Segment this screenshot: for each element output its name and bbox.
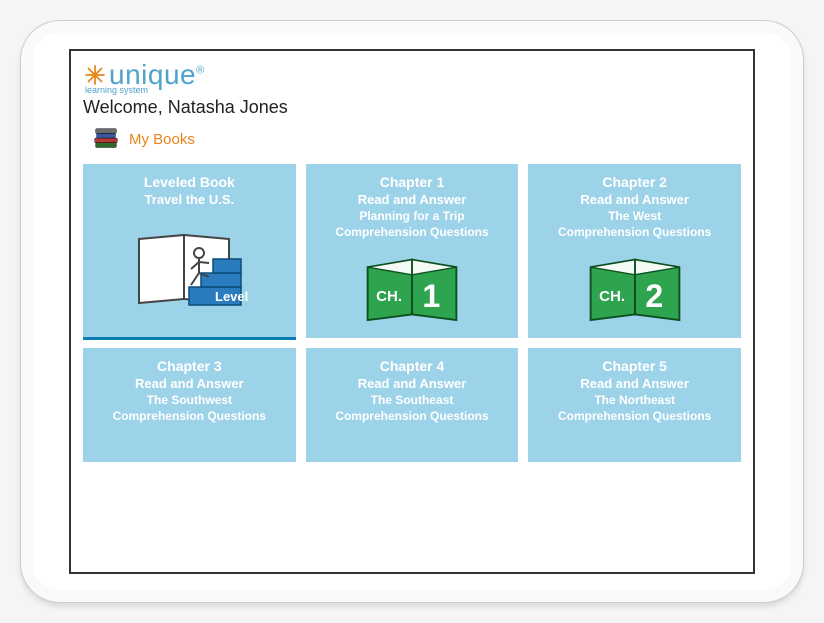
tile-chapter-3[interactable]: Chapter 3 Read and Answer The Southwest … [83,348,296,462]
level-label: Level [215,289,248,304]
tile-subtitle: Read and Answer [580,376,689,391]
tile-title: Leveled Book [144,174,235,190]
tile-leveled-book[interactable]: Leveled Book Travel the U.S. [83,164,296,338]
tile-caption: Comprehension Questions [558,409,711,423]
brand-logo: unique® [83,59,205,91]
tile-topic: The West [608,209,661,223]
brand-name: unique® [109,59,205,91]
section-title: My Books [129,131,195,148]
app-screen: unique® learning system Welcome, Natasha… [69,49,755,574]
ch-prefix: CH. [376,288,402,305]
leveled-book-icon: Level [124,215,254,328]
ch-number: 2 [645,277,663,313]
books-stack-icon [91,124,121,154]
tile-topic: The Northeast [594,393,675,407]
snowflake-icon [83,63,107,87]
tile-chapter-1[interactable]: Chapter 1 Read and Answer Planning for a… [306,164,519,338]
tile-title: Chapter 1 [380,174,445,190]
tile-topic: The Southwest [147,393,232,407]
tile-caption: Comprehension Questions [335,409,488,423]
tablet-frame: unique® learning system Welcome, Natasha… [20,20,804,603]
tile-chapter-4[interactable]: Chapter 4 Read and Answer The Southeast … [306,348,519,462]
tile-topic: Planning for a Trip [359,209,464,223]
books-grid: Leveled Book Travel the U.S. [83,164,741,462]
tile-title: Chapter 5 [602,358,667,374]
book-icon: CH. 1 [357,247,467,328]
header: unique® learning system Welcome, Natasha… [83,59,741,118]
tile-title: Chapter 3 [157,358,222,374]
tile-topic: The Southeast [371,393,454,407]
tile-caption: Comprehension Questions [113,409,266,423]
book-icon: CH. 2 [580,247,690,328]
tile-chapter-2[interactable]: Chapter 2 Read and Answer The West Compr… [528,164,741,338]
welcome-text: Welcome, Natasha Jones [83,97,288,118]
section-header: My Books [91,124,741,154]
ch-prefix: CH. [599,288,625,305]
tile-title: Chapter 4 [380,358,445,374]
tile-caption: Comprehension Questions [335,225,488,239]
tile-subtitle: Travel the U.S. [145,192,235,207]
tile-subtitle: Read and Answer [135,376,244,391]
tile-title: Chapter 2 [602,174,667,190]
ch-number: 1 [422,277,440,313]
tile-subtitle: Read and Answer [358,376,467,391]
tile-subtitle: Read and Answer [580,192,689,207]
tile-chapter-5[interactable]: Chapter 5 Read and Answer The Northeast … [528,348,741,462]
tile-caption: Comprehension Questions [558,225,711,239]
tile-subtitle: Read and Answer [358,192,467,207]
